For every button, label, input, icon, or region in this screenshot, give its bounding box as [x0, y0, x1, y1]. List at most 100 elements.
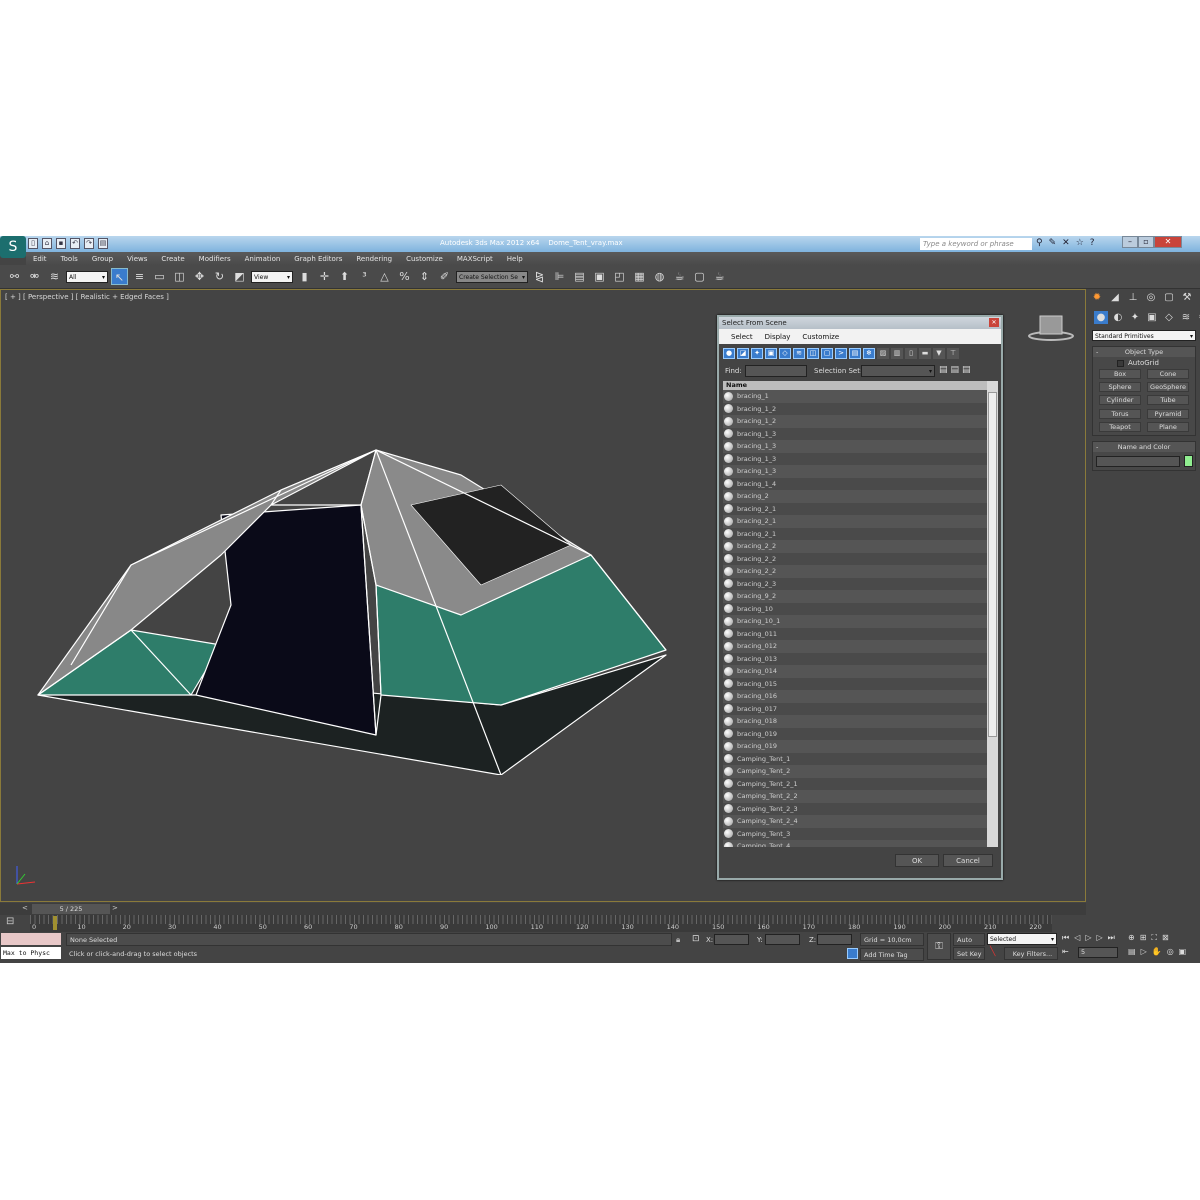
- maxscript-mini-listener[interactable]: Max to Physc: [1, 947, 61, 959]
- rotate-icon[interactable]: ↻: [211, 268, 228, 285]
- orbit-icon[interactable]: ◎: [1167, 947, 1174, 956]
- menu-rendering[interactable]: Rendering: [349, 252, 399, 265]
- list-item[interactable]: bracing_2_2: [723, 553, 987, 566]
- set-keys-key-icon[interactable]: ⚿: [927, 933, 951, 960]
- add-to-set-icon[interactable]: ▤: [951, 365, 960, 375]
- list-item[interactable]: bracing_10_1: [723, 615, 987, 628]
- field-of-view-icon[interactable]: ▷: [1141, 947, 1147, 956]
- list-item[interactable]: Camping_Tent_2_1: [723, 778, 987, 791]
- hidden-filter-icon[interactable]: ▨: [877, 348, 889, 359]
- minimize-button[interactable]: –: [1122, 236, 1138, 248]
- list-item[interactable]: bracing_014: [723, 665, 987, 678]
- percent-snap-icon[interactable]: %: [396, 268, 413, 285]
- list-item[interactable]: bracing_1_3: [723, 465, 987, 478]
- display-tab-icon[interactable]: ▢: [1162, 291, 1176, 304]
- create-tube-button[interactable]: Tube: [1147, 395, 1189, 406]
- object-color-swatch[interactable]: [1184, 455, 1193, 467]
- key-filters-button[interactable]: Key Filters...: [1004, 947, 1058, 960]
- named-selection-dropdown[interactable]: Create Selection Se: [456, 270, 528, 284]
- lights-filter-icon[interactable]: ✦: [751, 348, 763, 359]
- cameras-filter-icon[interactable]: ▣: [765, 348, 777, 359]
- list-item[interactable]: bracing_2_2: [723, 565, 987, 578]
- geometry-icon[interactable]: ●: [1094, 311, 1108, 324]
- render-setup-icon[interactable]: ☕: [671, 268, 688, 285]
- remove-from-set-icon[interactable]: ▤: [962, 365, 971, 375]
- space-warps-filter-icon[interactable]: ≋: [793, 348, 805, 359]
- spinner-snap-icon[interactable]: ⇕: [416, 268, 433, 285]
- star-icon[interactable]: ☆: [1076, 238, 1084, 248]
- reference-coordinate-dropdown[interactable]: View: [251, 270, 293, 284]
- list-item[interactable]: bracing_2_2: [723, 540, 987, 553]
- keyboard-shortcut-icon[interactable]: ⬆: [336, 268, 353, 285]
- wrench-icon[interactable]: ✎: [1049, 238, 1057, 248]
- y-coordinate-input[interactable]: [765, 934, 800, 945]
- list-item[interactable]: bracing_1: [723, 390, 987, 403]
- manipulate-icon[interactable]: ✛: [316, 268, 333, 285]
- prev-frame-button[interactable]: <: [22, 904, 28, 912]
- scale-icon[interactable]: ◩: [231, 268, 248, 285]
- previous-frame-icon[interactable]: ◁: [1074, 933, 1080, 943]
- tent-model[interactable]: [31, 445, 681, 775]
- shapes-icon[interactable]: ◐: [1111, 311, 1125, 324]
- helpers-icon[interactable]: ◇: [1162, 311, 1176, 324]
- object-type-header[interactable]: - Object Type: [1093, 347, 1195, 357]
- undo-icon[interactable]: ↶: [70, 238, 80, 249]
- menu-create[interactable]: Create: [154, 252, 191, 265]
- create-set-icon[interactable]: ▤: [939, 365, 948, 375]
- list-item[interactable]: bracing_10: [723, 603, 987, 616]
- dialog-menu-display[interactable]: Display: [759, 329, 797, 344]
- object-name-input[interactable]: [1096, 456, 1180, 467]
- cancel-button[interactable]: Cancel: [943, 854, 993, 867]
- list-item[interactable]: bracing_1_3: [723, 440, 987, 453]
- select-object-icon[interactable]: ↖: [111, 268, 128, 285]
- helpers-filter-icon[interactable]: ◇: [779, 348, 791, 359]
- list-item[interactable]: Camping_Tent_3: [723, 828, 987, 841]
- select-none-icon[interactable]: ▯: [905, 348, 917, 359]
- maxscript-listener-top[interactable]: [1, 933, 61, 945]
- next-frame-button[interactable]: >: [112, 904, 118, 912]
- next-frame-icon[interactable]: ▷: [1097, 933, 1103, 943]
- menu-maxscript[interactable]: MAXScript: [450, 252, 500, 265]
- schematic-view-icon[interactable]: ▦: [631, 268, 648, 285]
- checkbox[interactable]: [1117, 359, 1124, 367]
- add-time-tag[interactable]: Add Time Tag: [860, 948, 924, 961]
- x-coordinate-input[interactable]: [714, 934, 749, 945]
- list-item[interactable]: bracing_2_1: [723, 515, 987, 528]
- space-warps-icon[interactable]: ≋: [1179, 311, 1193, 324]
- menu-animation[interactable]: Animation: [238, 252, 288, 265]
- list-item[interactable]: bracing_2_1: [723, 503, 987, 516]
- list-item[interactable]: bracing_1_2: [723, 415, 987, 428]
- viewcube[interactable]: [1027, 312, 1075, 342]
- name-and-color-header[interactable]: - Name and Color: [1093, 442, 1195, 452]
- menu-graph-editors[interactable]: Graph Editors: [287, 252, 349, 265]
- column-header-name[interactable]: Name: [723, 381, 987, 390]
- menu-customize[interactable]: Customize: [399, 252, 450, 265]
- search-input[interactable]: Type a keyword or phrase: [920, 238, 1032, 250]
- menu-edit[interactable]: Edit: [26, 252, 54, 265]
- list-item[interactable]: bracing_1_3: [723, 453, 987, 466]
- menu-tools[interactable]: Tools: [54, 252, 85, 265]
- invert-selection-icon[interactable]: ▬: [919, 348, 931, 359]
- app-menu-button[interactable]: S: [0, 236, 26, 258]
- shapes-filter-icon[interactable]: ◪: [737, 348, 749, 359]
- layer-manager-icon[interactable]: ▤: [571, 268, 588, 285]
- menu-views[interactable]: Views: [120, 252, 154, 265]
- geometry-filter-icon[interactable]: ●: [723, 348, 735, 359]
- key-mode-toggle-icon[interactable]: ⇤: [1062, 947, 1069, 956]
- move-icon[interactable]: ✥: [191, 268, 208, 285]
- cameras-icon[interactable]: ▣: [1145, 311, 1159, 324]
- list-item[interactable]: bracing_011: [723, 628, 987, 641]
- absolute-mode-icon[interactable]: ⊡: [692, 934, 700, 944]
- zoom-all-icon[interactable]: ⊞: [1140, 933, 1147, 943]
- menu-modifiers[interactable]: Modifiers: [192, 252, 238, 265]
- xrefs-filter-icon[interactable]: ▢: [821, 348, 833, 359]
- scene-explorer-icon[interactable]: ▣: [591, 268, 608, 285]
- perspective-viewport[interactable]: [ + ] [ Perspective ] [ Realistic + Edge…: [0, 289, 1086, 902]
- z-coordinate-input[interactable]: [817, 934, 852, 945]
- create-torus-button[interactable]: Torus: [1099, 408, 1141, 419]
- select-by-name-icon[interactable]: ≡: [131, 268, 148, 285]
- systems-icon[interactable]: ⚙: [1196, 311, 1200, 324]
- mini-curve-editor-icon[interactable]: ⊟: [6, 916, 14, 927]
- maximize-viewport-icon[interactable]: ▣: [1179, 947, 1187, 956]
- list-item[interactable]: bracing_012: [723, 640, 987, 653]
